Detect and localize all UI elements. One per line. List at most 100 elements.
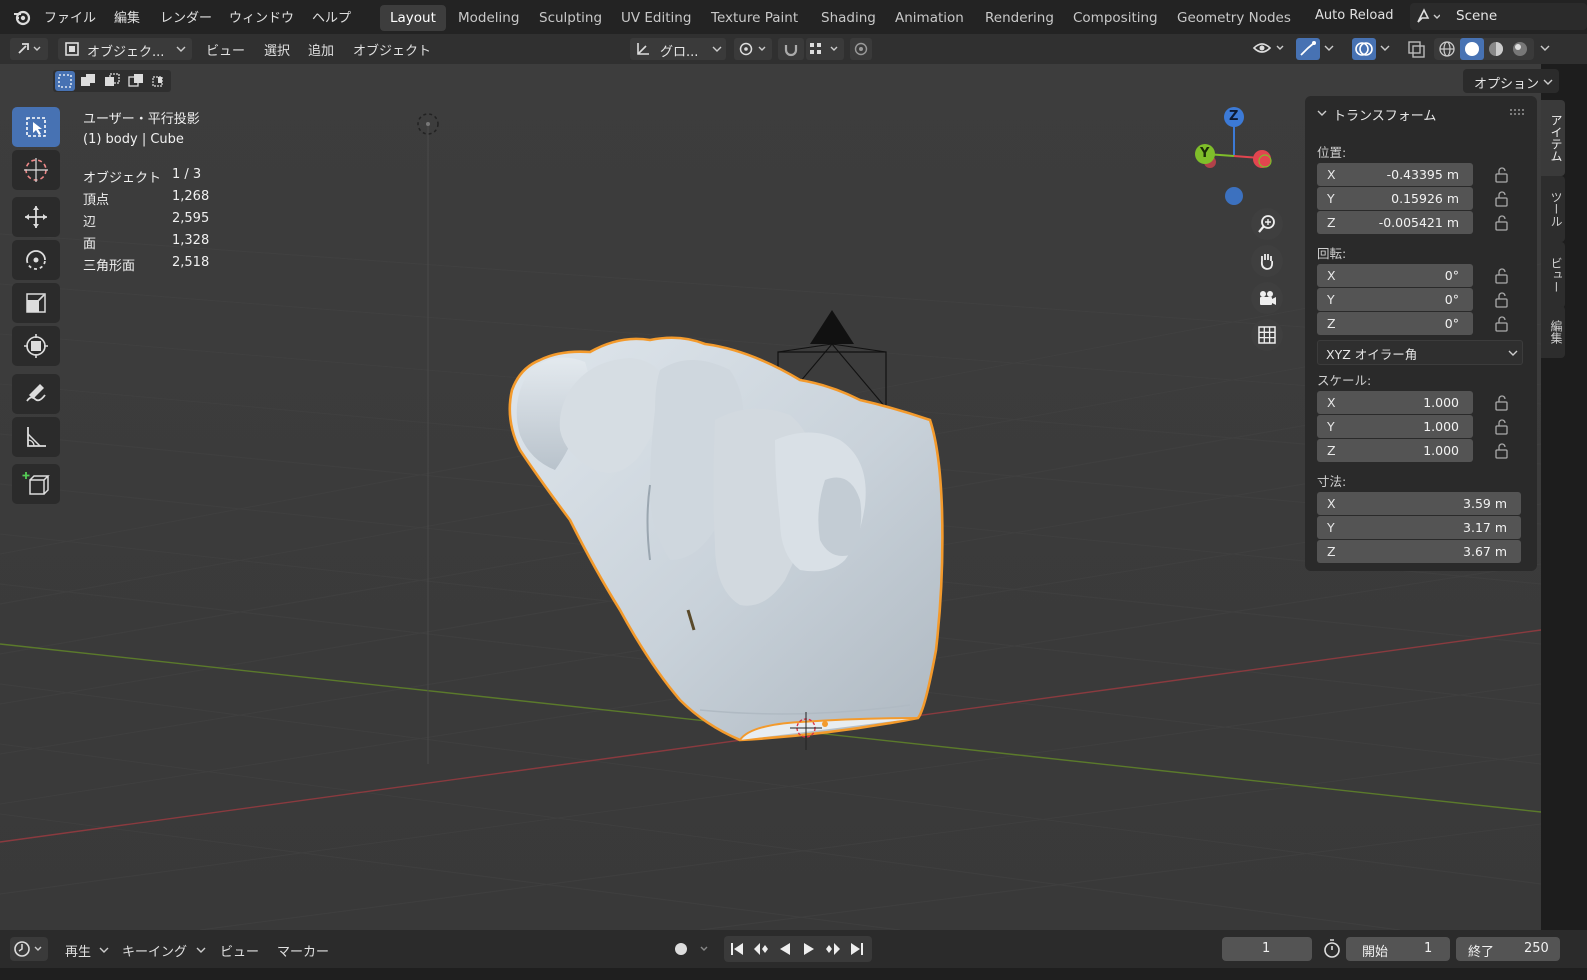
- end-frame-field[interactable]: 終了 250: [1456, 937, 1560, 961]
- keying-menu[interactable]: キーイング: [122, 941, 187, 960]
- jump-keyframe-back-icon[interactable]: [752, 940, 770, 958]
- tab-rendering[interactable]: Rendering: [975, 5, 1064, 31]
- tool-move[interactable]: [12, 197, 60, 237]
- chevron-down-icon[interactable]: [1317, 109, 1327, 117]
- menu-window[interactable]: ウィンドウ: [229, 7, 294, 26]
- visibility-selector[interactable]: [1252, 38, 1288, 58]
- snap-toggle[interactable]: [778, 38, 804, 60]
- location-x-field[interactable]: X -0.43395 m: [1317, 163, 1473, 186]
- playback-menu[interactable]: 再生: [65, 941, 91, 960]
- jump-end-icon[interactable]: [848, 940, 866, 958]
- overlay-toggle[interactable]: [1352, 38, 1376, 60]
- chevron-down-icon[interactable]: [1378, 44, 1392, 54]
- pivot-point-selector[interactable]: [734, 38, 772, 60]
- camera-view-button[interactable]: [1251, 282, 1283, 314]
- rotation-z-field[interactable]: Z 0°: [1317, 312, 1473, 335]
- wireframe-shading-icon[interactable]: [1437, 39, 1457, 59]
- tool-cursor[interactable]: [12, 150, 60, 190]
- scale-z-field[interactable]: Z 1.000: [1317, 439, 1473, 462]
- lock-icon[interactable]: [1493, 166, 1511, 184]
- sidetab-edit[interactable]: 編集: [1541, 306, 1565, 358]
- tool-select-box[interactable]: [12, 107, 60, 147]
- transform-orientation-selector[interactable]: グロ...: [630, 38, 726, 60]
- tab-modeling[interactable]: Modeling: [448, 5, 529, 31]
- sidetab-tool[interactable]: ツール: [1541, 176, 1565, 242]
- play-reverse-icon[interactable]: [776, 940, 794, 958]
- tool-transform[interactable]: [12, 326, 60, 366]
- play-icon[interactable]: [800, 940, 818, 958]
- proportional-edit-toggle[interactable]: [850, 38, 872, 60]
- gizmo-toggle[interactable]: [1296, 38, 1320, 60]
- lock-icon[interactable]: [1493, 394, 1511, 412]
- tab-sculpting[interactable]: Sculpting: [529, 5, 612, 31]
- tab-texture-paint[interactable]: Texture Paint: [701, 5, 808, 31]
- blender-logo-icon[interactable]: [12, 7, 32, 27]
- jump-start-icon[interactable]: [728, 940, 746, 958]
- xray-toggle-icon[interactable]: [1406, 39, 1428, 59]
- sidetab-view[interactable]: ビュー: [1541, 242, 1565, 308]
- pan-button[interactable]: [1251, 245, 1283, 277]
- menu-edit[interactable]: 編集: [114, 7, 140, 26]
- tab-uv-editing[interactable]: UV Editing: [611, 5, 701, 31]
- tool-scale[interactable]: [12, 283, 60, 323]
- menu-file[interactable]: ファイル: [44, 7, 96, 26]
- rotation-mode-select[interactable]: XYZ オイラー角: [1317, 340, 1523, 365]
- material-shading-icon[interactable]: [1486, 39, 1506, 59]
- location-y-field[interactable]: Y 0.15926 m: [1317, 187, 1473, 210]
- menu-help[interactable]: ヘルプ: [312, 7, 351, 26]
- tab-layout[interactable]: Layout: [380, 5, 446, 31]
- auto-reload-button[interactable]: Auto Reload: [1315, 8, 1394, 23]
- tab-animation[interactable]: Animation: [885, 5, 974, 31]
- sidetab-item[interactable]: アイテム: [1541, 100, 1565, 176]
- timeline-editor-type[interactable]: [10, 937, 48, 961]
- hand-mesh-object[interactable]: [500, 330, 960, 750]
- rotation-y-field[interactable]: Y 0°: [1317, 288, 1473, 311]
- menu-add[interactable]: 追加: [308, 40, 334, 59]
- chevron-down-icon[interactable]: [1322, 44, 1336, 54]
- lock-icon[interactable]: [1493, 418, 1511, 436]
- axis-gizmo[interactable]: Z Y: [1186, 104, 1276, 214]
- rotation-x-field[interactable]: X 0°: [1317, 264, 1473, 287]
- scale-y-field[interactable]: Y 1.000: [1317, 415, 1473, 438]
- menu-render[interactable]: レンダー: [160, 7, 212, 26]
- location-z-field[interactable]: Z -0.005421 m: [1317, 211, 1473, 234]
- marker-menu[interactable]: マーカー: [277, 941, 329, 960]
- scene-selector[interactable]: Scene: [1410, 3, 1587, 30]
- tool-annotate[interactable]: [12, 374, 60, 414]
- zoom-button[interactable]: [1251, 208, 1283, 240]
- tab-shading[interactable]: Shading: [811, 5, 886, 31]
- tool-add-cube[interactable]: [12, 464, 60, 504]
- menu-select[interactable]: 選択: [264, 40, 290, 59]
- lock-icon[interactable]: [1493, 442, 1511, 460]
- tool-measure[interactable]: [12, 417, 60, 457]
- select-extend-icon[interactable]: [78, 71, 98, 91]
- solid-shading-button[interactable]: [1460, 38, 1484, 60]
- menu-object[interactable]: オブジェクト: [353, 40, 431, 59]
- lock-icon[interactable]: [1493, 315, 1511, 333]
- timeline-view-menu[interactable]: ビュー: [220, 941, 259, 960]
- select-new-button[interactable]: [55, 71, 75, 91]
- options-dropdown[interactable]: オプション: [1463, 69, 1559, 93]
- select-intersect-icon[interactable]: [150, 71, 170, 91]
- mode-selector[interactable]: オブジェク...: [58, 38, 192, 60]
- record-button[interactable]: [668, 938, 712, 960]
- dimension-x-field[interactable]: X 3.59 m: [1317, 492, 1521, 515]
- lock-icon[interactable]: [1493, 214, 1511, 232]
- jump-keyframe-forward-icon[interactable]: [824, 940, 842, 958]
- chevron-down-icon[interactable]: [1538, 44, 1552, 54]
- menu-view[interactable]: ビュー: [206, 40, 245, 59]
- lock-icon[interactable]: [1493, 267, 1511, 285]
- drag-handle-icon[interactable]: [1509, 108, 1525, 116]
- lock-icon[interactable]: [1493, 291, 1511, 309]
- select-subtract-icon[interactable]: [102, 71, 122, 91]
- lock-icon[interactable]: [1493, 190, 1511, 208]
- perspective-toggle-button[interactable]: [1251, 319, 1283, 351]
- dimension-z-field[interactable]: Z 3.67 m: [1317, 540, 1521, 563]
- rendered-shading-icon[interactable]: [1510, 39, 1530, 59]
- snap-target-selector[interactable]: [806, 38, 844, 60]
- editor-type-selector[interactable]: [10, 38, 48, 60]
- dimension-y-field[interactable]: Y 3.17 m: [1317, 516, 1521, 539]
- select-invert-icon[interactable]: [126, 71, 146, 91]
- stopwatch-icon[interactable]: [1320, 937, 1344, 961]
- start-frame-field[interactable]: 開始 1: [1346, 937, 1450, 961]
